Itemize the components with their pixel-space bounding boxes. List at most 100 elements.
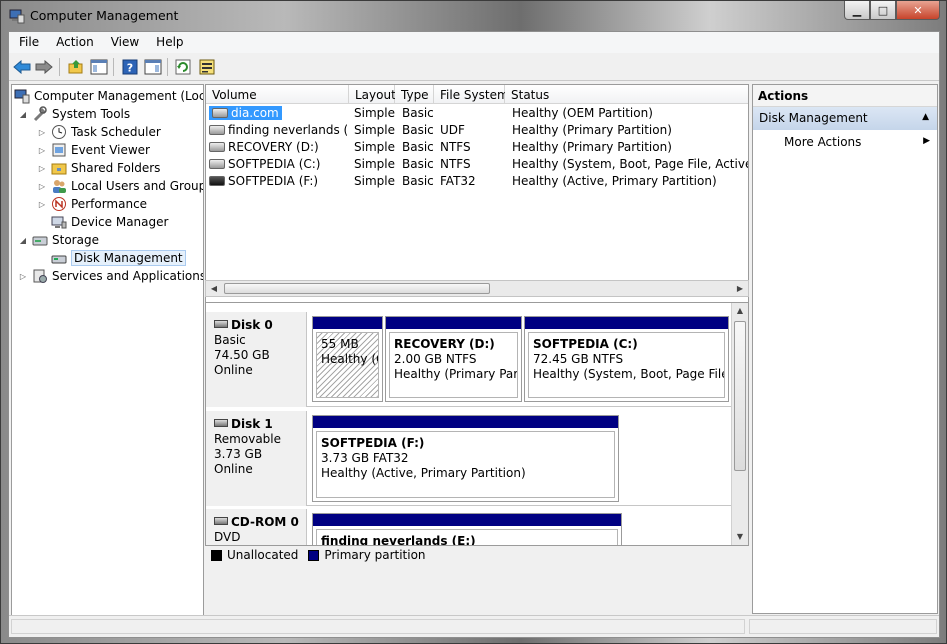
tree-item-label: Storage (52, 233, 99, 247)
partition-finding-neverlands-e[interactable]: finding neverlands (E:) (312, 513, 622, 546)
partition-status: Healthy (O (321, 352, 378, 366)
menu-action[interactable]: Action (46, 32, 101, 53)
tree-item-task-scheduler[interactable]: ▷ Task Scheduler (37, 123, 161, 141)
close-button[interactable]: ✕ (896, 1, 940, 20)
collapsed-arrow-icon[interactable]: ▷ (37, 164, 47, 173)
tree-item-services-and-applications[interactable]: ▷ Services and Applications (18, 267, 204, 285)
tree-item-system-tools[interactable]: ◢ System Tools (18, 105, 130, 123)
partition-title: SOFTPEDIA (F:) (321, 436, 425, 450)
scroll-left-icon[interactable]: ◀ (206, 281, 222, 296)
menu-view[interactable]: View (101, 32, 146, 53)
column-header-type[interactable]: Type (395, 85, 434, 104)
partition-color-bar (313, 514, 621, 526)
title-bar[interactable]: Computer Management ▁ □ ✕ (1, 1, 946, 31)
partition-softpedia-c[interactable]: SOFTPEDIA (C:) 72.45 GB NTFS Healthy (Sy… (524, 316, 729, 402)
volume-name: SOFTPEDIA (F:) (228, 174, 319, 188)
toolbar: ? (9, 53, 939, 81)
event-viewer-icon (52, 143, 66, 157)
tree-item-shared-folders[interactable]: ▷ Shared Folders (37, 159, 160, 177)
removable-disk-icon (214, 419, 228, 427)
disk-row-disk-1[interactable]: Disk 1 Removable 3.73 GB Online SOFTPEDI… (206, 411, 734, 506)
volume-type: Basic (402, 106, 434, 120)
tree-item-storage[interactable]: ◢ Storage (18, 231, 99, 249)
table-row[interactable]: SOFTPEDIA (C:) Simple Basic NTFS Healthy… (206, 156, 748, 173)
help-button[interactable]: ? (120, 57, 140, 77)
computer-management-window: Computer Management ▁ □ ✕ File Action Vi… (0, 0, 947, 644)
status-bar (9, 615, 939, 637)
collapsed-arrow-icon[interactable]: ▷ (18, 272, 28, 281)
collapsed-arrow-icon[interactable]: ▷ (37, 128, 47, 137)
refresh-icon (175, 59, 191, 75)
back-arrow-icon (13, 60, 31, 74)
actions-section-disk-management[interactable]: Disk Management ▲ (753, 107, 937, 130)
table-row[interactable]: RECOVERY (D:) Simple Basic NTFS Healthy … (206, 139, 748, 156)
table-row[interactable]: dia.com Simple Basic Healthy (OEM Partit… (206, 105, 748, 122)
shared-folder-icon (51, 163, 67, 175)
more-actions-item[interactable]: More Actions ▶ (753, 130, 937, 152)
clock-icon (52, 125, 66, 139)
maximize-button[interactable]: □ (870, 1, 896, 20)
table-row[interactable]: SOFTPEDIA (F:) Simple Basic FAT32 Health… (206, 173, 748, 190)
column-header-status[interactable]: Status (505, 85, 748, 104)
partition-body: SOFTPEDIA (C:) 72.45 GB NTFS Healthy (Sy… (528, 332, 725, 398)
minimize-button[interactable]: ▁ (844, 1, 870, 20)
column-header-volume[interactable]: Volume (206, 85, 349, 104)
console-tree: Computer Management (Local ◢ System Tool… (11, 84, 204, 616)
disk-row-cd-rom-0[interactable]: CD-ROM 0 DVD finding neverlands (E:) (206, 509, 734, 546)
scroll-right-icon[interactable]: ▶ (732, 281, 748, 296)
partition-title: finding neverlands (E:) (321, 534, 476, 546)
partition-softpedia-f[interactable]: SOFTPEDIA (F:) 3.73 GB FAT32 Healthy (Ac… (312, 415, 619, 502)
forward-button[interactable] (34, 57, 54, 77)
disk-view-vertical-scrollbar[interactable]: ▲ ▼ (731, 303, 748, 545)
partition-size: 55 MB (321, 337, 359, 351)
volume-name: finding neverlands (E:) (228, 123, 347, 137)
tree-item-label: Event Viewer (71, 143, 150, 157)
column-header-layout[interactable]: Layout (349, 85, 396, 104)
properties-button[interactable] (197, 57, 217, 77)
tree-item-local-users-and-groups[interactable]: ▷ Local Users and Groups (37, 177, 203, 195)
actions-title: Actions (753, 85, 937, 107)
collapsed-arrow-icon[interactable]: ▷ (37, 182, 47, 191)
expanded-arrow-icon[interactable]: ◢ (18, 236, 28, 245)
scroll-thumb[interactable] (224, 283, 490, 294)
volume-icon (212, 108, 228, 118)
status-pane (749, 619, 937, 634)
menu-help[interactable]: Help (146, 32, 190, 53)
table-row[interactable]: finding neverlands (E:) Simple Basic UDF… (206, 122, 748, 139)
maximize-icon: □ (877, 3, 889, 17)
folder-up-icon (68, 60, 83, 74)
scroll-up-icon[interactable]: ▲ (732, 303, 748, 318)
tree-item-disk-management[interactable]: Disk Management (37, 249, 186, 267)
toolbar-separator (167, 58, 168, 76)
tree-item-device-manager[interactable]: Device Manager (37, 213, 168, 231)
scroll-down-icon[interactable]: ▼ (732, 529, 748, 544)
disk-label[interactable]: Disk 0 Basic 74.50 GB Online (206, 312, 307, 407)
volume-status: Healthy (Primary Partition) (512, 140, 672, 154)
disk-label[interactable]: CD-ROM 0 DVD (206, 509, 307, 545)
refresh-button[interactable] (173, 57, 193, 77)
collapsed-arrow-icon[interactable]: ▷ (37, 146, 47, 155)
show-hide-console-tree-button[interactable] (89, 57, 109, 77)
disk-label[interactable]: Disk 1 Removable 3.73 GB Online (206, 411, 307, 506)
collapsed-arrow-icon[interactable]: ▷ (37, 200, 47, 209)
expanded-arrow-icon[interactable]: ◢ (18, 110, 28, 119)
partition-oem[interactable]: 55 MB Healthy (O (312, 316, 383, 402)
tree-item-performance[interactable]: ▷ Performance (37, 195, 147, 213)
tree-item-event-viewer[interactable]: ▷ Event Viewer (37, 141, 150, 159)
volume-list-horizontal-scrollbar[interactable]: ◀ ▶ (205, 280, 749, 297)
volume-status: Healthy (OEM Partition) (512, 106, 653, 120)
column-header-file-system[interactable]: File System (434, 85, 509, 104)
menu-file[interactable]: File (9, 32, 46, 53)
up-one-level-button[interactable] (66, 57, 86, 77)
tree-item-computer-management[interactable]: Computer Management (Local (14, 87, 203, 105)
scroll-thumb[interactable] (734, 321, 746, 471)
back-button[interactable] (12, 57, 32, 77)
forward-arrow-icon (35, 60, 53, 74)
actions-pane: Actions Disk Management ▲ More Actions ▶ (752, 84, 938, 614)
show-hide-action-pane-button[interactable] (143, 57, 163, 77)
volume-file-system: NTFS (440, 157, 471, 171)
collapse-up-icon[interactable]: ▲ (922, 112, 929, 122)
tree-item-label: Services and Applications (52, 269, 204, 283)
partition-recovery-d[interactable]: RECOVERY (D:) 2.00 GB NTFS Healthy (Prim… (385, 316, 522, 402)
disk-row-disk-0[interactable]: Disk 0 Basic 74.50 GB Online 55 MB Healt… (206, 312, 734, 407)
